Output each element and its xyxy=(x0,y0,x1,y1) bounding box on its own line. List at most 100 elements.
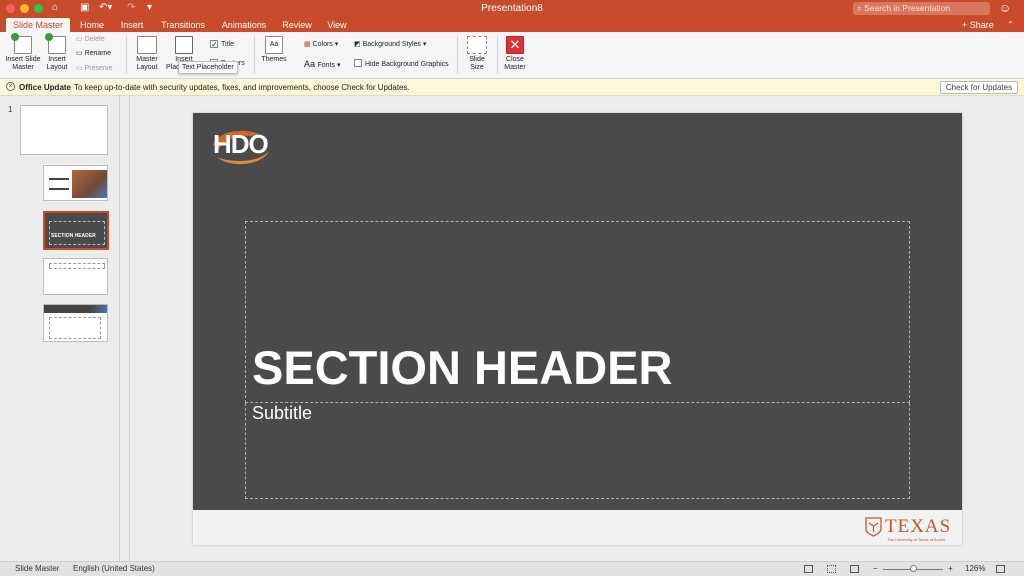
close-master-button[interactable]: ✕ Close Master xyxy=(500,36,530,72)
delete-icon: ▭ xyxy=(76,36,85,43)
tooltip: Text Placeholder xyxy=(178,61,238,74)
message-title: Office Update xyxy=(19,83,72,92)
slide-sorter-icon[interactable] xyxy=(827,565,836,573)
thumbnail-layout-content[interactable] xyxy=(43,258,108,295)
placeholder-list-icon xyxy=(175,36,193,54)
title-check-label: Title xyxy=(221,41,234,48)
delete-button[interactable]: ▭ Delete xyxy=(76,35,105,45)
thumb-table-box xyxy=(49,317,101,339)
collapse-ribbon-icon[interactable]: ⌃ xyxy=(1007,18,1014,32)
thumb-title-lines xyxy=(49,178,69,190)
zoom-level[interactable]: 126% xyxy=(965,564,985,573)
fonts-dropdown[interactable]: Aa Fonts ▾ xyxy=(304,59,341,71)
tab-animations[interactable]: Animations xyxy=(217,18,271,32)
subtitle-text[interactable]: Subtitle xyxy=(252,403,312,424)
presenter-view-icon[interactable] xyxy=(850,565,859,573)
fonts-icon: Aa xyxy=(304,59,318,69)
background-styles-dropdown[interactable]: ◩ Background Styles ▾ xyxy=(354,40,426,50)
fit-to-window-icon[interactable] xyxy=(996,565,1005,573)
preserve-label: Preserve xyxy=(84,65,113,72)
hide-background-graphics-checkbox[interactable]: Hide Background Graphics xyxy=(354,59,449,70)
themes-button[interactable]: Aa Themes xyxy=(258,36,290,64)
slide-footer-band xyxy=(193,510,962,545)
rename-label: Rename xyxy=(84,50,112,57)
themes-label: Themes xyxy=(261,56,287,63)
slide-size-icon xyxy=(467,36,487,54)
rename-icon: ▭ xyxy=(76,50,85,57)
colors-icon: ▦ xyxy=(304,41,313,48)
colors-dropdown[interactable]: ▦ Colors ▾ xyxy=(304,40,338,50)
insert-slide-master-label: Insert Slide Master xyxy=(5,56,41,71)
thumb-table-header xyxy=(44,305,107,313)
hide-background-graphics-label: Hide Background Graphics xyxy=(365,61,449,68)
status-view-name: Slide Master xyxy=(15,564,60,573)
hdo-logo: HDO xyxy=(213,129,269,159)
add-person-icon: + xyxy=(962,20,970,30)
pane-divider[interactable] xyxy=(129,96,130,561)
subtitle-placeholder[interactable]: Subtitle xyxy=(245,403,910,499)
tab-home[interactable]: Home xyxy=(75,18,109,32)
insert-layout-label: Insert Layout xyxy=(46,56,68,71)
checkbox-empty-icon xyxy=(354,59,362,67)
search-placeholder: Search in Presentation xyxy=(864,3,951,13)
delete-label: Delete xyxy=(84,36,105,43)
title-bar: ⌂ ▣ ↶▾ ↷ ▾ Presentation8 ⌕ Search in Pre… xyxy=(0,0,1024,17)
tab-transitions[interactable]: Transitions xyxy=(157,18,209,32)
slide-size-button[interactable]: Slide Size xyxy=(462,36,492,72)
insert-slide-master-button[interactable]: Insert Slide Master xyxy=(4,33,42,72)
tab-review[interactable]: Review xyxy=(279,18,315,32)
tab-view[interactable]: View xyxy=(323,18,351,32)
close-red-x-icon: ✕ xyxy=(506,36,524,54)
thumbnail-layout-section-header[interactable]: SECTION HEADER xyxy=(43,211,109,250)
texas-wordmark: TEXAS xyxy=(885,516,952,537)
insert-layout-icon xyxy=(45,33,66,54)
master-layout-icon xyxy=(137,36,157,54)
insert-slide-master-icon xyxy=(11,33,32,54)
ribbon-separator xyxy=(497,36,498,74)
share-label: Share xyxy=(969,20,994,30)
dismiss-message-icon[interactable]: × xyxy=(6,82,15,91)
thumb-photo xyxy=(72,170,107,198)
title-checkbox[interactable]: ✓ Title xyxy=(210,40,234,50)
fonts-label: Fonts xyxy=(317,62,336,69)
tab-slide-master[interactable]: Slide Master xyxy=(6,18,70,32)
tab-insert[interactable]: Insert xyxy=(115,18,149,32)
master-layout-label: Master Layout xyxy=(136,56,158,71)
ribbon-separator xyxy=(126,36,127,74)
status-language[interactable]: English (United States) xyxy=(73,564,155,573)
ribbon: Insert Slide Master Insert Layout ▭ Dele… xyxy=(0,32,1024,79)
texas-logo: TEXAS The University of Texas at Austin xyxy=(865,516,957,544)
texas-subtitle: The University of Texas at Austin xyxy=(887,537,945,542)
status-bar: Slide Master English (United States) − +… xyxy=(0,561,1024,576)
section-header-title[interactable]: SECTION HEADER xyxy=(252,340,672,395)
thumbnail-layout-title[interactable] xyxy=(43,165,108,201)
slide-size-label: Slide Size xyxy=(469,56,485,71)
zoom-in-icon[interactable]: + xyxy=(948,564,953,573)
master-layout-button[interactable]: Master Layout xyxy=(132,36,162,72)
longhorn-seal-icon xyxy=(865,517,882,537)
slide-canvas[interactable]: HDO SECTION HEADER Subtitle TEXAS The Un… xyxy=(193,113,962,545)
background-styles-icon: ◩ xyxy=(354,41,363,48)
colors-label: Colors xyxy=(312,41,333,48)
check-icon: ✓ xyxy=(210,40,218,49)
update-message-bar: × Office Update To keep up-to-date with … xyxy=(0,79,1024,96)
notes-view-icon[interactable] xyxy=(804,565,813,573)
ribbon-separator xyxy=(457,36,458,74)
zoom-out-icon[interactable]: − xyxy=(873,564,878,573)
ribbon-separator xyxy=(254,36,255,74)
title-placeholder[interactable]: SECTION HEADER xyxy=(245,221,910,403)
themes-icon: Aa xyxy=(265,36,283,54)
thumbnail-layout-table[interactable] xyxy=(43,304,108,342)
thumb-section-text: SECTION HEADER xyxy=(51,233,96,239)
share-button[interactable]: + Share xyxy=(962,18,994,32)
check-for-updates-button[interactable]: Check for Updates xyxy=(940,81,1018,94)
rename-button[interactable]: ▭ Rename xyxy=(76,49,111,59)
preserve-button[interactable]: ▭ Preserve xyxy=(76,64,113,74)
thumbnail-master[interactable] xyxy=(20,105,108,155)
zoom-slider-thumb[interactable] xyxy=(910,565,917,572)
thumb-content-box xyxy=(49,263,105,269)
insert-layout-button[interactable]: Insert Layout xyxy=(44,33,70,72)
feedback-smiley-icon[interactable]: ☺ xyxy=(999,1,1011,15)
search-input[interactable]: ⌕ Search in Presentation xyxy=(853,2,990,15)
slide-background: HDO SECTION HEADER Subtitle xyxy=(193,113,962,510)
